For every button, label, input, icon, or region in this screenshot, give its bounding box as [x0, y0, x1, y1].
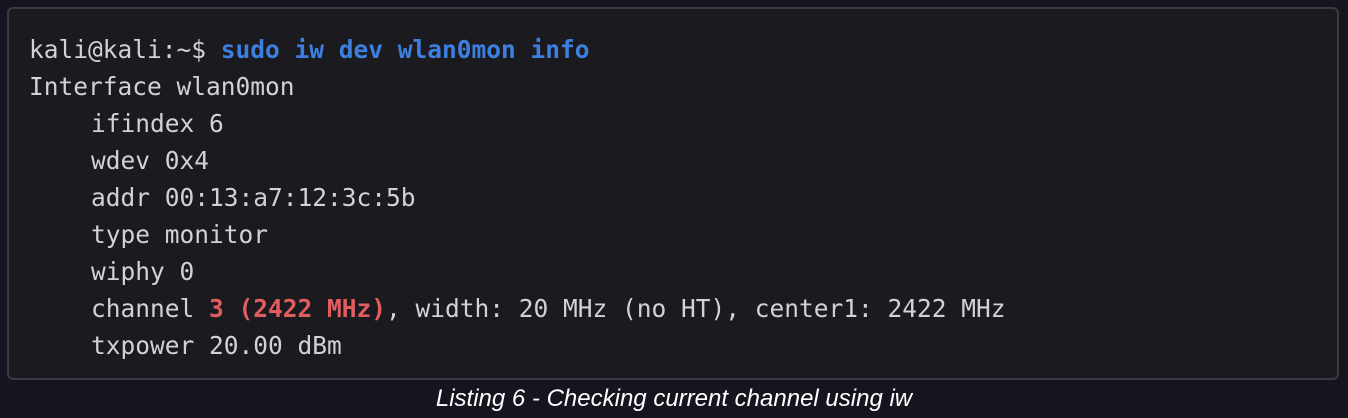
terminal-output: kali@kali:~$ sudo iw dev wlan0mon info In…: [29, 31, 1006, 364]
output-line-channel: channel 3 (2422 MHz), width: 20 MHz (no …: [29, 290, 1006, 327]
listing-caption: Listing 6 - Checking current channel usi…: [435, 385, 913, 412]
output-line-wiphy: wiphy 0: [91, 257, 195, 286]
output-line-ifindex: ifindex 6: [91, 109, 224, 138]
output-line-wdev: wdev 0x4: [91, 146, 210, 175]
channel-details: , width: 20 MHz (no HT), center1: 2422 M…: [386, 294, 1006, 323]
command-line: kali@kali:~$ sudo iw dev wlan0mon info: [29, 31, 1006, 68]
output-line-interface: Interface wlan0mon: [29, 72, 295, 101]
output-line-type: type monitor: [91, 220, 269, 249]
command-text: sudo iw dev wlan0mon info: [220, 35, 590, 64]
terminal-window: kali@kali:~$ sudo iw dev wlan0mon info In…: [7, 7, 1339, 380]
channel-label: channel: [91, 294, 210, 323]
output-line-txpower: txpower 20.00 dBm: [91, 331, 342, 360]
channel-value-highlight: 3 (2422 MHz): [209, 294, 387, 323]
shell-prompt: kali@kali:~$: [29, 35, 207, 64]
output-line-addr: addr 00:13:a7:12:3c:5b: [91, 183, 416, 212]
